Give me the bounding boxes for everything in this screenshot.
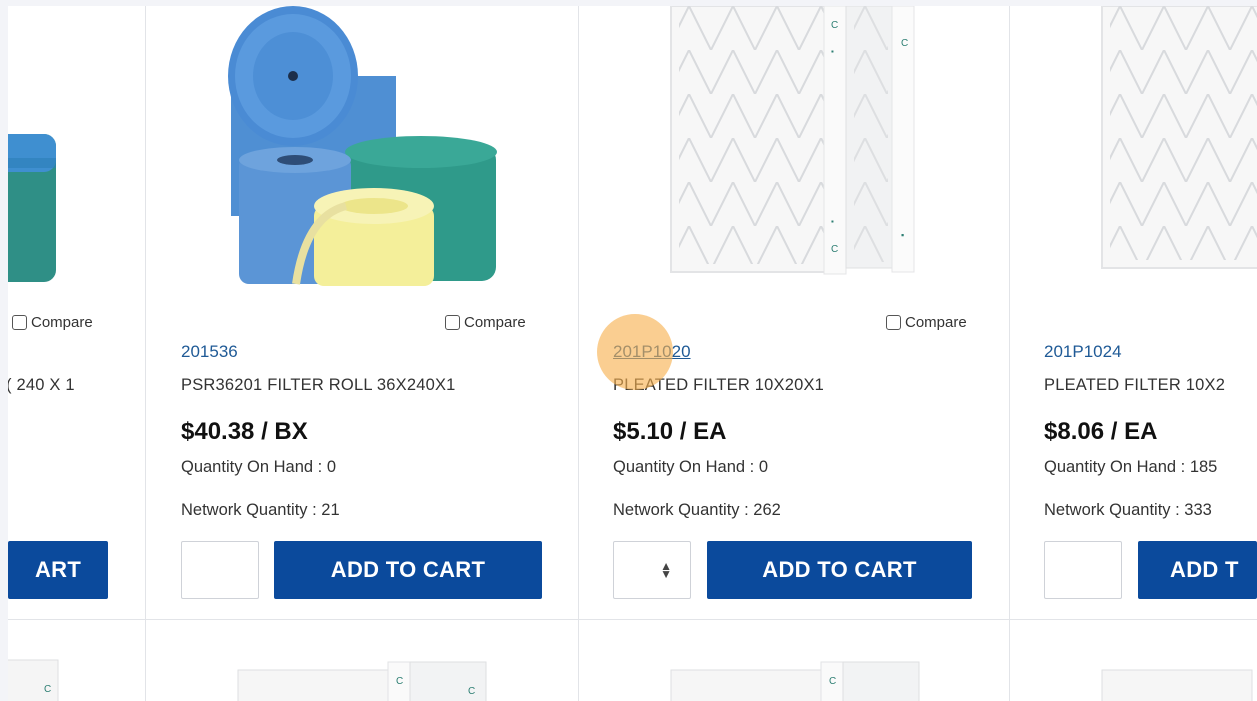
checkbox-icon[interactable] [886, 315, 901, 330]
compare-checkbox[interactable]: Compare [12, 314, 93, 331]
product-card: C ▪ ▪ C C ▪ Compare 201P1020 PLEATED FIL… [579, 6, 1009, 619]
product-description: ( 240 X 1 [8, 376, 75, 394]
svg-text:C: C [831, 244, 838, 255]
product-card: Compare 201536 PSR36201 FILTER ROLL 36X2… [146, 6, 578, 619]
product-image[interactable]: C C [146, 620, 578, 701]
quantity-input[interactable] [1044, 541, 1122, 599]
compare-label: Compare [905, 314, 967, 331]
product-price: $40.38 / BX [181, 418, 308, 445]
quantity-on-hand: Quantity On Hand : 0 [181, 458, 337, 476]
add-to-cart-button[interactable]: ADD TO CART [707, 541, 972, 599]
product-price: $8.06 / EA [1044, 418, 1158, 445]
add-to-cart-button[interactable]: ADD TO CART [274, 541, 542, 599]
svg-text:C: C [396, 676, 403, 687]
product-image[interactable]: C [8, 620, 145, 701]
add-to-cart-button[interactable]: ART [8, 541, 108, 599]
network-quantity: Network Quantity : 21 [181, 501, 340, 519]
product-card: 201P1024 PLEATED FILTER 10X2 $8.06 / EA … [1010, 6, 1257, 619]
svg-text:C: C [901, 38, 908, 49]
quantity-input[interactable] [181, 541, 259, 599]
compare-label: Compare [31, 314, 93, 331]
product-price: $5.10 / EA [613, 418, 727, 445]
product-sku-link[interactable]: 201536 [181, 342, 238, 362]
product-description: PSR36201 FILTER ROLL 36X240X1 [181, 376, 456, 394]
checkbox-icon[interactable] [12, 315, 27, 330]
product-image[interactable] [146, 6, 578, 296]
svg-text:▪: ▪ [901, 230, 904, 240]
product-grid: Compare ( 240 X 1 ART Compare 201536 PSR… [8, 6, 1257, 701]
svg-text:C: C [829, 676, 836, 687]
compare-label: Compare [464, 314, 526, 331]
product-sku-link[interactable]: 201P1024 [1044, 342, 1122, 362]
product-card: Compare ( 240 X 1 ART [8, 6, 145, 619]
product-image[interactable] [1010, 620, 1257, 701]
svg-text:C: C [831, 20, 838, 31]
compare-checkbox[interactable]: Compare [886, 314, 967, 331]
svg-text:C: C [44, 684, 51, 695]
click-highlight [597, 314, 673, 390]
stepper-arrows-icon[interactable]: ▲ ▼ [660, 560, 672, 580]
checkbox-icon[interactable] [445, 315, 460, 330]
compare-checkbox[interactable]: Compare [445, 314, 526, 331]
product-image[interactable] [8, 6, 145, 296]
network-quantity: Network Quantity : 333 [1044, 501, 1212, 519]
network-quantity: Network Quantity : 262 [613, 501, 781, 519]
add-to-cart-button[interactable]: ADD T [1138, 541, 1257, 599]
product-image[interactable]: C [579, 620, 1009, 701]
quantity-on-hand: Quantity On Hand : 0 [613, 458, 769, 476]
quantity-stepper[interactable]: ▲ ▼ [613, 541, 691, 599]
svg-text:▪: ▪ [831, 47, 834, 56]
quantity-on-hand: Quantity On Hand : 185 [1044, 458, 1218, 476]
svg-text:▪: ▪ [831, 217, 834, 226]
product-description: PLEATED FILTER 10X2 [1044, 376, 1226, 394]
product-image[interactable]: C ▪ ▪ C C ▪ [579, 6, 1009, 296]
product-image[interactable] [1010, 6, 1257, 296]
svg-text:C: C [468, 686, 475, 697]
